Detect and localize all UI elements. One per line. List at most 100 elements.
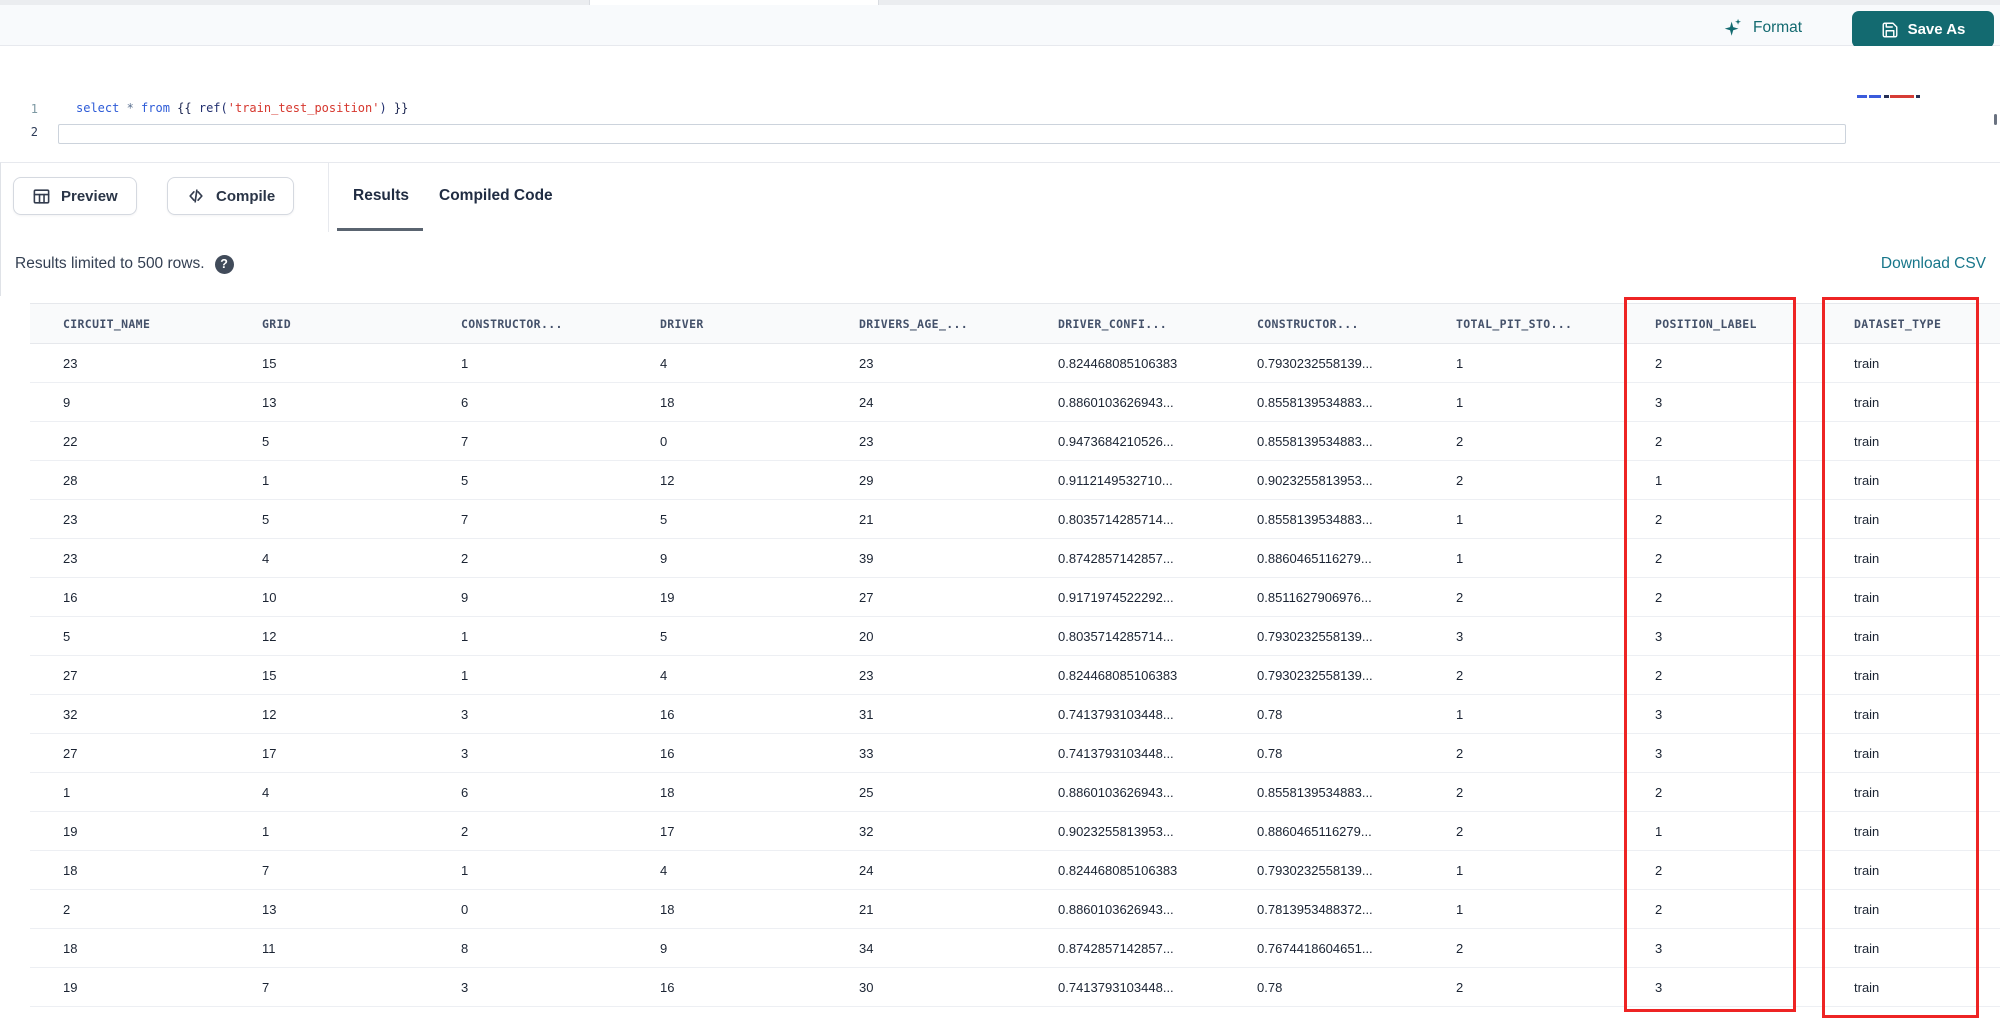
- compile-button[interactable]: Compile: [167, 177, 295, 215]
- table-cell: 32: [826, 811, 1025, 851]
- table-cell: 3: [1423, 616, 1622, 656]
- table-cell: 0.7813953488372...: [1224, 889, 1423, 929]
- table-cell: train: [1821, 382, 2000, 422]
- table-cell: 18: [627, 772, 826, 812]
- table-cell: 11: [229, 928, 428, 968]
- results-table-body: 23 15 1 4 23 0.824468085106383 0.7930232558139…: [30, 343, 2000, 1007]
- table-cell: 6: [428, 382, 627, 422]
- code-brackets-icon: [186, 186, 206, 206]
- column-header: GRID: [229, 303, 428, 344]
- table-cell: train: [1821, 694, 2000, 734]
- table-cell: 0.8860103626943...: [1025, 889, 1224, 929]
- table-cell: 2: [1423, 967, 1622, 1007]
- help-icon[interactable]: ?: [214, 254, 234, 274]
- ref-function: ref(: [198, 101, 228, 115]
- sql-code-line-1[interactable]: select * from {{ ref('train_test_positio…: [76, 101, 408, 115]
- floppy-disk-icon: [1881, 21, 1899, 39]
- table-cell: 0.8742857142857...: [1025, 538, 1224, 578]
- table-cell: 19: [30, 811, 229, 851]
- table-cell: 18: [627, 382, 826, 422]
- save-as-button[interactable]: Save As: [1852, 11, 1994, 48]
- table-cell: 0: [428, 889, 627, 929]
- table-cell: 0.7413793103448...: [1025, 733, 1224, 773]
- table-cell: 0.7413793103448...: [1025, 967, 1224, 1007]
- minimap-code-line: [1857, 95, 1920, 98]
- table-row: 16 10 9 19 27 0.9171974522292... 0.85116279069…: [30, 577, 2000, 617]
- download-csv-link[interactable]: Download CSV: [1881, 255, 1986, 273]
- table-cell: 17: [229, 733, 428, 773]
- table-cell: 9: [627, 538, 826, 578]
- table-grid-icon: [32, 187, 51, 206]
- table-cell: 5: [229, 499, 428, 539]
- table-cell: 9: [428, 577, 627, 617]
- compile-label: Compile: [216, 187, 276, 205]
- table-cell: 8: [428, 928, 627, 968]
- table-cell: 32: [30, 694, 229, 734]
- table-cell: 0.7674418604651...: [1224, 928, 1423, 968]
- table-cell: 23: [30, 343, 229, 383]
- tab-results[interactable]: Results: [353, 187, 409, 205]
- table-cell: 10: [229, 577, 428, 617]
- editor-toolbar: Format Save As: [0, 5, 2000, 48]
- table-row: 23 4 2 9 39 0.8742857142857... 0.8860465116279…: [30, 538, 2000, 578]
- sql-editor[interactable]: 1 select * from {{ ref('train_test_posit…: [0, 46, 2000, 206]
- table-cell: 0.8558139534883...: [1224, 382, 1423, 422]
- sparkles-icon: [1722, 17, 1744, 39]
- table-cell: 9: [30, 382, 229, 422]
- column-header: POSITION_LABEL: [1622, 303, 1821, 344]
- table-cell: 4: [627, 343, 826, 383]
- table-cell: 2: [1622, 850, 1821, 890]
- column-header: TOTAL_PIT_STO...: [1423, 303, 1622, 344]
- column-header: DRIVERS_AGE_...: [826, 303, 1025, 344]
- table-cell: train: [1821, 460, 2000, 500]
- tab-compiled-code[interactable]: Compiled Code: [439, 187, 553, 205]
- table-cell: train: [1821, 655, 2000, 695]
- table-cell: 3: [1622, 694, 1821, 734]
- table-cell: 0.8558139534883...: [1224, 421, 1423, 461]
- table-cell: 1: [428, 343, 627, 383]
- table-cell: 0.78: [1224, 694, 1423, 734]
- results-table-header-row: CIRCUIT_NAME GRID CONSTRUCTOR... DRIVER DRIV…: [30, 303, 2000, 344]
- table-cell: 3: [1622, 967, 1821, 1007]
- table-cell: 12: [229, 616, 428, 656]
- table-cell: 6: [428, 772, 627, 812]
- table-cell: train: [1821, 928, 2000, 968]
- table-row: 9 13 6 18 24 0.8860103626943... 0.855813953488…: [30, 382, 2000, 422]
- preview-button[interactable]: Preview: [13, 177, 137, 215]
- table-cell: 2: [30, 889, 229, 929]
- table-cell: 20: [826, 616, 1025, 656]
- active-line-cursor-box[interactable]: [58, 124, 1846, 144]
- table-cell: 1: [1423, 382, 1622, 422]
- table-cell: 0.7930232558139...: [1224, 655, 1423, 695]
- table-cell: 28: [30, 460, 229, 500]
- table-cell: train: [1821, 967, 2000, 1007]
- table-cell: 13: [229, 889, 428, 929]
- table-cell: 27: [826, 577, 1025, 617]
- jinja-open-braces: {{: [177, 101, 199, 115]
- table-cell: 3: [1622, 733, 1821, 773]
- table-cell: 2: [1622, 538, 1821, 578]
- table-cell: train: [1821, 538, 2000, 578]
- results-pane-header: Preview Compile Results Compiled Code: [0, 162, 2000, 233]
- table-row: 1 4 6 18 25 0.8860103626943... 0.8558139534883…: [30, 772, 2000, 812]
- table-cell: 22: [30, 421, 229, 461]
- format-button[interactable]: Format: [1722, 14, 1802, 42]
- table-row: 27 17 3 16 33 0.7413793103448... 0.78 2 3 train: [30, 733, 2000, 773]
- table-cell: 1: [1622, 811, 1821, 851]
- table-cell: 0.8511627906976...: [1224, 577, 1423, 617]
- table-cell: 3: [428, 694, 627, 734]
- table-cell: 16: [627, 733, 826, 773]
- dbt-ide-page: Format Save As 1 select * from {{ ref('t…: [0, 0, 2000, 1020]
- table-cell: 1: [428, 616, 627, 656]
- sql-keyword-from: from: [141, 101, 178, 115]
- table-cell: 31: [826, 694, 1025, 734]
- table-cell: 0.8035714285714...: [1025, 499, 1224, 539]
- table-cell: 18: [627, 889, 826, 929]
- table-cell: 0.9171974522292...: [1025, 577, 1224, 617]
- table-cell: 1: [1423, 538, 1622, 578]
- table-cell: 25: [826, 772, 1025, 812]
- table-cell: 7: [229, 850, 428, 890]
- table-cell: train: [1821, 616, 2000, 656]
- editor-scrollbar-thumb[interactable]: [1994, 114, 1997, 125]
- table-cell: 0.9112149532710...: [1025, 460, 1224, 500]
